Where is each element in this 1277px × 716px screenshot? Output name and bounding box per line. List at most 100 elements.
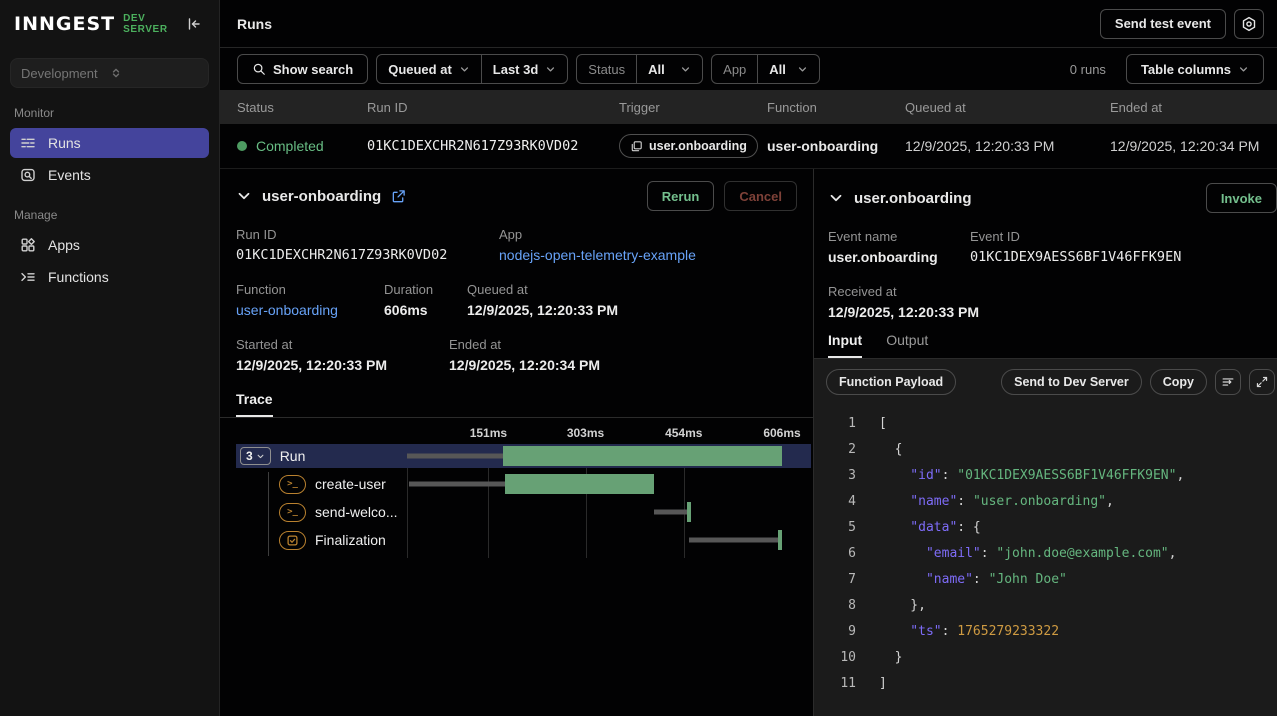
function-link[interactable]: user-onboarding <box>236 302 384 318</box>
trace-indent-connector <box>268 472 269 556</box>
app-filter-group: App All <box>711 54 820 84</box>
collapse-event-detail-icon[interactable] <box>828 190 844 206</box>
code-line: 3 "id": "01KC1DEX9AESS6BF1V46FFK9EN", <box>814 463 1277 489</box>
run-id-cell: 01KC1DEXCHR2N617Z93RK0VD02 <box>367 138 619 154</box>
queued-at-dropdown[interactable]: Queued at <box>377 55 481 83</box>
tab-output[interactable]: Output <box>886 332 928 358</box>
trigger-cell: user.onboarding <box>619 134 767 158</box>
runs-count: 0 runs <box>1070 62 1106 77</box>
code-line: 7 "name": "John Doe" <box>814 567 1277 593</box>
function-label: Function <box>236 282 384 297</box>
timeline-tick: 454ms <box>665 426 702 440</box>
tab-input[interactable]: Input <box>828 332 862 358</box>
rerun-button[interactable]: Rerun <box>647 181 715 211</box>
queue-duration-line <box>409 482 505 487</box>
events-icon <box>20 167 36 183</box>
trace-row-run[interactable]: 3Run <box>236 444 811 468</box>
trace-row-label: create-user <box>315 476 386 492</box>
time-filter-group: Queued at Last 3d <box>376 54 568 84</box>
trace-timeline-ticks: 151ms303ms454ms606ms <box>407 426 782 442</box>
trigger-event-pill[interactable]: user.onboarding <box>619 134 758 158</box>
sidebar-item-apps[interactable]: Apps <box>10 230 209 260</box>
line-number: 5 <box>814 515 856 541</box>
status-filter-dropdown[interactable]: All <box>636 55 702 83</box>
code-line: 11] <box>814 671 1277 697</box>
queued-at-cell: 12/9/2025, 12:20:33 PM <box>905 138 1110 154</box>
app-filter-dropdown[interactable]: All <box>757 55 819 83</box>
run-detail-panel: user-onboarding Rerun Cancel Run ID 01KC… <box>220 169 813 716</box>
show-search-button[interactable]: Show search <box>237 54 368 84</box>
workspace-select[interactable]: Development <box>10 58 209 88</box>
payload-json-code[interactable]: 1[2 {3 "id": "01KC1DEX9AESS6BF1V46FFK9EN… <box>814 405 1277 716</box>
payload-code-panel: Function Payload Send to Dev Server Copy… <box>814 359 1277 716</box>
line-number: 8 <box>814 593 856 619</box>
copy-button[interactable]: Copy <box>1150 369 1207 395</box>
line-number: 10 <box>814 645 856 671</box>
send-to-dev-server-button[interactable]: Send to Dev Server <box>1001 369 1142 395</box>
code-line: 1[ <box>814 411 1277 437</box>
logo-row: INNGEST DEV SERVER <box>10 0 209 48</box>
code-line: 2 { <box>814 437 1277 463</box>
sidebar-item-events[interactable]: Events <box>10 160 209 190</box>
run-status-cell: Completed <box>237 138 367 154</box>
sidebar-item-runs[interactable]: Runs <box>10 128 209 158</box>
collapse-run-detail-icon[interactable] <box>236 188 252 204</box>
run-detail-title: user-onboarding <box>262 188 381 205</box>
sidebar-item-label: Events <box>48 167 91 183</box>
sidebar-item-label: Apps <box>48 237 80 253</box>
tab-trace[interactable]: Trace <box>236 391 273 417</box>
column-header-trigger: Trigger <box>619 100 767 115</box>
column-header-run-id: Run ID <box>367 100 619 115</box>
expand-button[interactable] <box>1249 369 1275 395</box>
chevron-down-icon <box>1238 64 1249 75</box>
send-test-event-button[interactable]: Send test event <box>1100 9 1226 39</box>
workspace-select-value: Development <box>21 66 110 81</box>
apps-icon <box>20 237 36 253</box>
code-line: 10 } <box>814 645 1277 671</box>
top-header: Runs Send test event <box>220 0 1277 48</box>
line-number: 1 <box>814 411 856 437</box>
code-line: 9 "ts": 1765279233322 <box>814 619 1277 645</box>
event-detail-title: user.onboarding <box>854 190 972 207</box>
app-link[interactable]: nodejs-open-telemetry-example <box>499 247 696 263</box>
run-table-row[interactable]: Completed 01KC1DEXCHR2N617Z93RK0VD02 use… <box>220 124 1277 169</box>
invoke-button[interactable]: Invoke <box>1206 183 1277 213</box>
ended-at-value: 12/9/2025, 12:20:34 PM <box>449 357 600 373</box>
line-number: 11 <box>814 671 856 697</box>
line-number: 9 <box>814 619 856 645</box>
trace-row-finalization[interactable]: Finalization <box>236 528 811 552</box>
step-count-badge[interactable]: 3 <box>240 447 271 465</box>
external-link-icon[interactable] <box>391 189 406 204</box>
event-name-label: Event name <box>828 229 970 244</box>
line-number: 4 <box>814 489 856 515</box>
queue-duration-line <box>654 510 687 515</box>
started-at-value: 12/9/2025, 12:20:33 PM <box>236 357 449 373</box>
sidebar: INNGEST DEV SERVER Development MonitorRu… <box>0 0 220 716</box>
trace-row-send-welco-[interactable]: >_send-welco... <box>236 500 811 524</box>
event-icon <box>630 140 643 153</box>
function-payload-badge: Function Payload <box>826 369 956 395</box>
wrap-text-button[interactable] <box>1215 369 1241 395</box>
trace-row-label: Finalization <box>315 532 386 548</box>
code-line: 6 "email": "john.doe@example.com", <box>814 541 1277 567</box>
event-detail-panel: user.onboarding Invoke Event name user.o… <box>813 169 1277 716</box>
collapse-sidebar-icon[interactable] <box>183 13 205 35</box>
line-number: 7 <box>814 567 856 593</box>
execution-duration-bar <box>778 530 782 550</box>
column-header-ended-at: Ended at <box>1110 100 1277 115</box>
ended-at-cell: 12/9/2025, 12:20:34 PM <box>1110 138 1277 154</box>
settings-button[interactable] <box>1234 9 1264 39</box>
trace-row-create-user[interactable]: >_create-user <box>236 472 811 496</box>
duration-label: Duration <box>384 282 467 297</box>
nav-section-label: Manage <box>14 208 205 222</box>
line-number: 3 <box>814 463 856 489</box>
runs-icon <box>20 135 36 151</box>
step-run-icon: >_ <box>279 503 306 522</box>
search-icon <box>252 62 266 76</box>
table-columns-button[interactable]: Table columns <box>1126 54 1264 84</box>
sidebar-item-functions[interactable]: Functions <box>10 262 209 292</box>
updown-chevron-icon <box>110 67 199 79</box>
sidebar-item-label: Runs <box>48 135 81 151</box>
code-line: 4 "name": "user.onboarding", <box>814 489 1277 515</box>
time-range-dropdown[interactable]: Last 3d <box>481 55 568 83</box>
